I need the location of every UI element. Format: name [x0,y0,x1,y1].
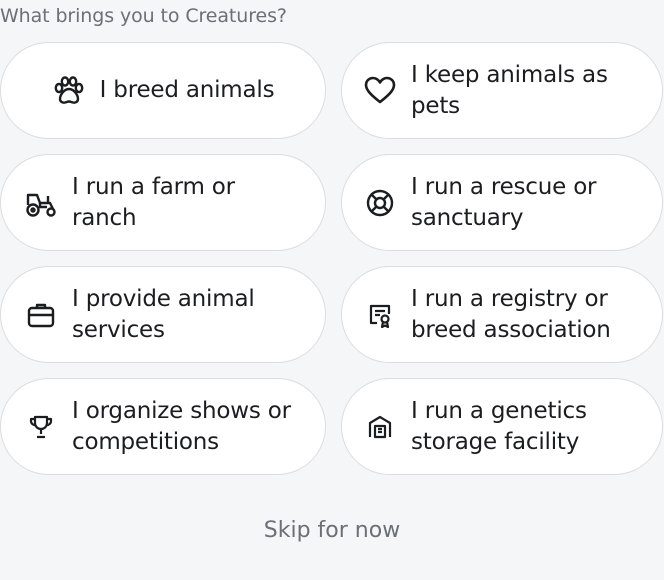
onboarding-page: What brings you to Creatures? I breed an… [0,0,664,580]
option-label: I run a rescue or sanctuary [411,173,597,231]
lifebuoy-icon [363,186,397,220]
option-label: I run a farm or ranch [72,173,235,231]
option-registry-association[interactable]: I run a registry or breed association [341,266,663,363]
option-label: I breed animals [99,77,275,103]
option-keep-pets[interactable]: I keep animals as pets [341,42,663,139]
paw-icon [52,74,86,108]
option-genetics-storage[interactable]: I run a genetics storage facility [341,378,663,475]
option-label: I run a registry or breed association [411,285,611,343]
heart-icon [363,74,397,108]
options-grid: I breed animals I keep animals as pets I… [0,42,664,475]
option-rescue-sanctuary[interactable]: I run a rescue or sanctuary [341,154,663,251]
storage-facility-icon [363,410,397,444]
option-farm-ranch[interactable]: I run a farm or ranch [0,154,326,251]
option-label: I run a genetics storage facility [411,397,587,455]
trophy-icon [24,410,58,444]
option-label: I organize shows or competitions [72,397,291,455]
option-breed-animals[interactable]: I breed animals [0,42,326,139]
skip-button[interactable]: Skip for now [0,518,664,543]
briefcase-icon [24,298,58,332]
option-label: I keep animals as pets [411,61,608,119]
option-label: I provide animal services [72,285,255,343]
tractor-icon [24,186,58,220]
certificate-icon [363,298,397,332]
option-animal-services[interactable]: I provide animal services [0,266,326,363]
option-shows-competitions[interactable]: I organize shows or competitions [0,378,326,475]
question-prompt: What brings you to Creatures? [0,5,287,27]
